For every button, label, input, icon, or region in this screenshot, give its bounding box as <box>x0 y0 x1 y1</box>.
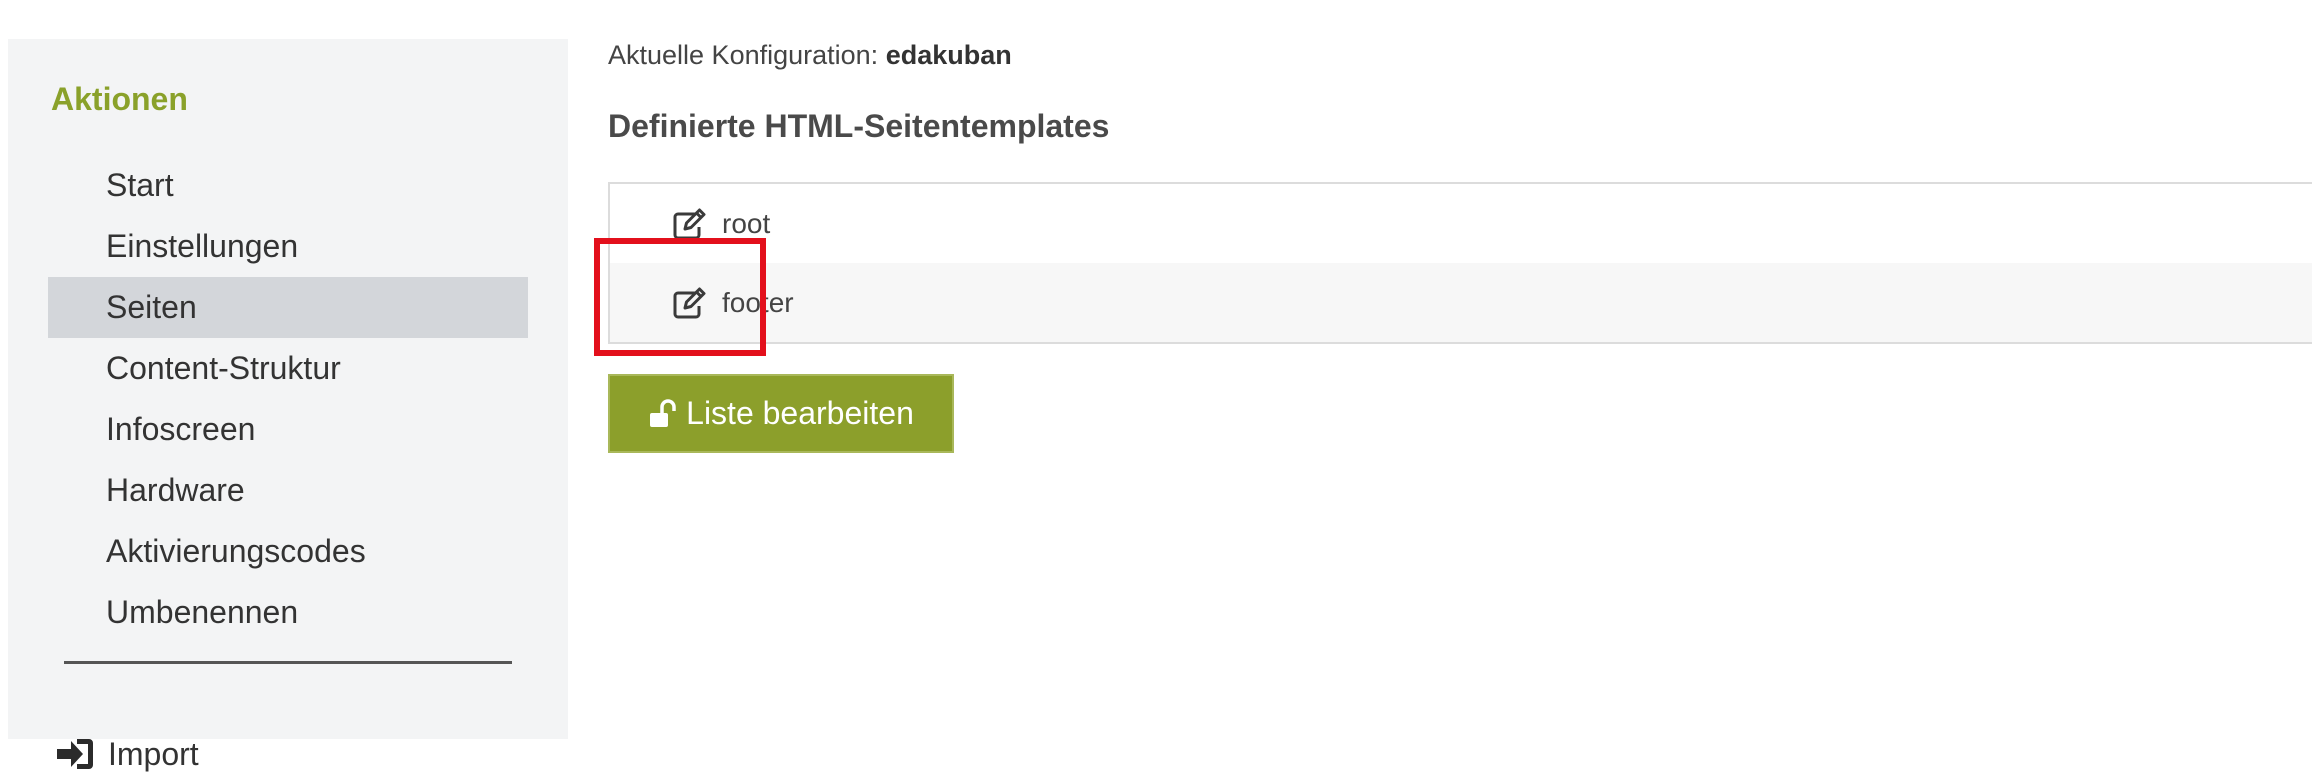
sidebar-item-infoscreen[interactable]: Infoscreen <box>48 399 528 460</box>
template-row-footer[interactable]: footer <box>610 263 2312 342</box>
edit-icon[interactable] <box>672 207 708 241</box>
edit-list-button[interactable]: Liste bearbeiten <box>608 374 954 453</box>
sidebar-item-einstellungen[interactable]: Einstellungen <box>48 216 528 277</box>
sidebar-heading: Aktionen <box>51 81 188 117</box>
sidebar-item-hardware[interactable]: Hardware <box>48 460 528 521</box>
template-name: root <box>722 207 771 239</box>
sidebar-item-content-struktur[interactable]: Content-Struktur <box>48 338 528 399</box>
current-config: Aktuelle Konfiguration: edakuban <box>608 40 1012 71</box>
sidebar-item-umbenennen[interactable]: Umbenennen <box>48 582 528 643</box>
sidebar-divider <box>64 661 512 664</box>
config-label: Aktuelle Konfiguration: <box>608 40 879 70</box>
unlock-icon <box>648 398 676 429</box>
page-title: Definierte HTML-Seitentemplates <box>608 108 1110 144</box>
sidebar-nav: Start Einstellungen Seiten Content-Struk… <box>48 155 528 643</box>
sidebar-item-aktivierungscodes[interactable]: Aktivierungscodes <box>48 521 528 582</box>
template-list: root footer <box>608 182 2312 344</box>
edit-list-label: Liste bearbeiten <box>686 395 914 431</box>
template-row-root[interactable]: root <box>610 184 2312 263</box>
sidebar-import-label: Import <box>108 735 199 772</box>
config-value: edakuban <box>885 40 1012 70</box>
sidebar-item-import[interactable]: Import <box>54 729 199 779</box>
edit-icon[interactable] <box>672 286 708 320</box>
sidebar-item-start[interactable]: Start <box>48 155 528 216</box>
sidebar: Aktionen Start Einstellungen Seiten Cont… <box>8 39 568 772</box>
sidebar-item-seiten[interactable]: Seiten <box>48 277 528 338</box>
template-name: footer <box>722 286 794 318</box>
sign-in-icon <box>54 734 96 774</box>
